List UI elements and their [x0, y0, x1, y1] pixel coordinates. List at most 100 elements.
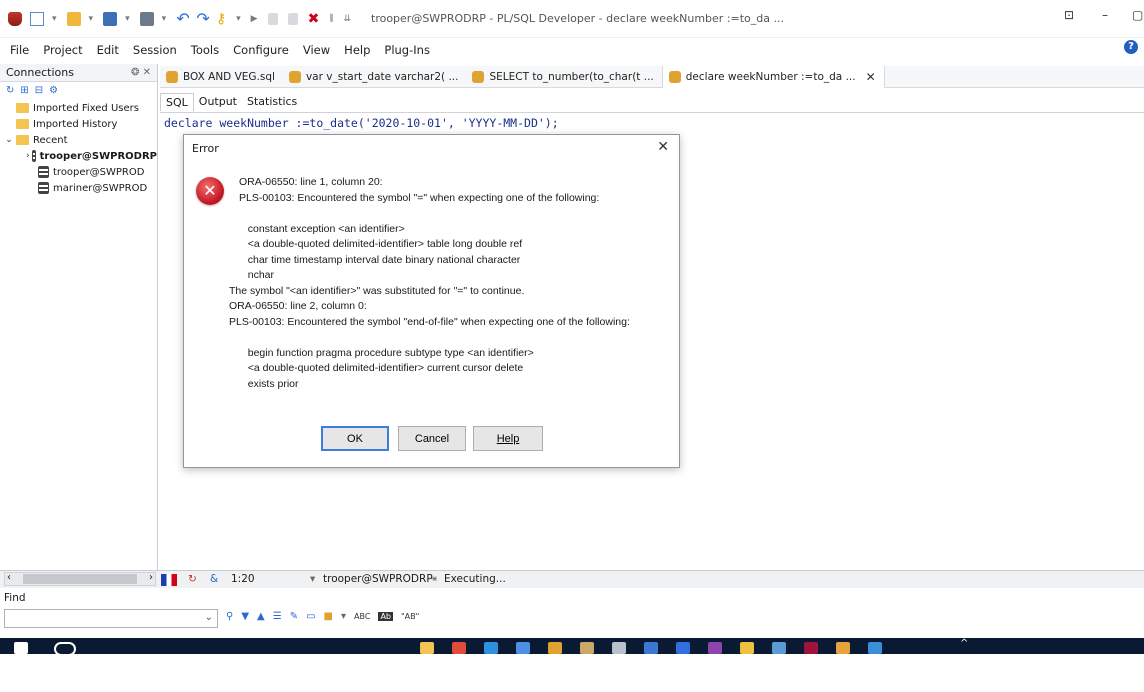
app-icon[interactable]: [644, 642, 658, 654]
app-icon[interactable]: [836, 642, 850, 654]
tab-sql[interactable]: SQL: [160, 93, 194, 111]
app-icon[interactable]: [868, 642, 882, 654]
menu-file[interactable]: File: [10, 43, 29, 57]
edge-icon[interactable]: [484, 642, 498, 654]
tab-box-and-veg[interactable]: BOX AND VEG.sql: [160, 66, 283, 88]
pin-close-icons[interactable]: ❂ ✕: [131, 67, 151, 78]
tree-item[interactable]: Imported History: [0, 116, 157, 132]
close-icon[interactable]: ✕: [657, 139, 669, 155]
dropdown-arrow-icon[interactable]: ▾: [52, 14, 57, 24]
chevron-down-icon[interactable]: ⌄: [205, 612, 213, 623]
dropdown-arrow-icon[interactable]: ▾: [310, 573, 315, 585]
window-icon[interactable]: ▭: [306, 611, 315, 622]
error-message: ORA-06550: line 1, column 20: PLS-00103: …: [229, 175, 630, 392]
find-input[interactable]: ⌄: [4, 609, 218, 628]
dropdown-arrow-icon[interactable]: ▾: [236, 14, 241, 24]
app-icon[interactable]: [804, 642, 818, 654]
lock-icon[interactable]: [267, 12, 278, 25]
folder-icon[interactable]: ■: [324, 611, 333, 622]
title-bar: ▾ ▾ ▾ ▾ ↶ ↷ ⚷ ▾ ▶ ✖ ⫼ ⇊ trooper@SWPRODRP…: [0, 0, 1144, 38]
binoculars-icon[interactable]: ⚲: [226, 611, 233, 622]
save-icon[interactable]: [103, 11, 118, 26]
tree-item[interactable]: › trooper@SWPRODRP: [0, 148, 157, 164]
menu-project[interactable]: Project: [43, 43, 82, 57]
highlight-icon[interactable]: ✎: [290, 611, 298, 622]
explorer-icon[interactable]: [420, 642, 434, 654]
plsql-icon[interactable]: [548, 642, 562, 654]
customize-icon[interactable]: ⇊: [343, 14, 351, 24]
tree-item[interactable]: Imported Fixed Users: [0, 100, 157, 116]
find-next-icon[interactable]: ▼: [241, 611, 249, 622]
cancel-button[interactable]: Cancel: [398, 426, 466, 451]
chevron-up-icon[interactable]: ^: [960, 638, 968, 649]
play-icon[interactable]: ▶: [251, 14, 258, 24]
ok-button[interactable]: OK: [321, 426, 389, 451]
tab-select-to-number[interactable]: SELECT to_number(to_char(t ...: [466, 66, 661, 88]
minimize-icon[interactable]: –: [1102, 8, 1108, 22]
app-icon[interactable]: [740, 642, 754, 654]
undo-icon[interactable]: ↶: [176, 10, 190, 26]
start-icon[interactable]: [14, 642, 28, 654]
list-icon[interactable]: ☰: [273, 611, 282, 622]
executing-icon: ⇥: [428, 573, 437, 585]
connection-tree: Imported Fixed Users Imported History ⌄ …: [0, 98, 157, 196]
break-icon[interactable]: ✖: [308, 12, 320, 26]
chrome-icon[interactable]: [452, 642, 466, 654]
dropdown-arrow-icon[interactable]: ▾: [341, 611, 346, 622]
maximize-icon[interactable]: ▢: [1132, 8, 1143, 22]
scroll-thumb[interactable]: [23, 574, 137, 584]
print-icon[interactable]: [139, 11, 154, 26]
tab-var-start-date[interactable]: var v_start_date varchar2( ...: [283, 66, 467, 88]
menu-configure[interactable]: Configure: [233, 43, 289, 57]
search-icon[interactable]: [54, 642, 76, 654]
tab-declare-weeknumber[interactable]: declare weekNumber :=to_da ... ✕: [661, 65, 885, 88]
menu-tools[interactable]: Tools: [191, 43, 219, 57]
menu-view[interactable]: View: [303, 43, 330, 57]
key-icon[interactable]: ⚷: [216, 12, 230, 26]
expand-all-icon[interactable]: ⊞: [20, 85, 28, 96]
help-button[interactable]: Help: [473, 426, 543, 451]
whole-word-icon[interactable]: Ab: [378, 612, 393, 621]
find-label: Find: [4, 592, 26, 604]
help-icon[interactable]: ?: [1124, 40, 1138, 54]
collapse-all-icon[interactable]: ⊟: [35, 85, 43, 96]
menu-edit[interactable]: Edit: [97, 43, 119, 57]
app-icon[interactable]: [772, 642, 786, 654]
quoted-text-icon[interactable]: "AB": [401, 612, 419, 621]
refresh-icon[interactable]: ↻: [188, 573, 197, 585]
match-case-icon[interactable]: ABC: [354, 612, 370, 621]
horizontal-scrollbar[interactable]: ‹ ›: [4, 572, 156, 586]
scroll-left-icon[interactable]: ‹: [7, 572, 11, 583]
app-icon[interactable]: [676, 642, 690, 654]
dropdown-arrow-icon[interactable]: ▾: [125, 14, 130, 24]
refresh-icon[interactable]: ↻: [6, 85, 14, 96]
visual-studio-icon[interactable]: [708, 642, 722, 654]
dropdown-arrow-icon[interactable]: ▾: [89, 14, 94, 24]
connect-icon[interactable]: ⚙: [49, 85, 58, 96]
app-icon[interactable]: [612, 642, 626, 654]
menu-session[interactable]: Session: [133, 43, 177, 57]
tab-output[interactable]: Output: [194, 93, 242, 111]
new-file-icon[interactable]: [30, 11, 44, 26]
message-line: PLS-00103: Encountered the symbol "end-o…: [229, 315, 630, 328]
unlock-icon[interactable]: [287, 12, 298, 25]
menu-help[interactable]: Help: [344, 43, 370, 57]
code-line[interactable]: declare weekNumber :=to_date('2020-10-01…: [160, 113, 1144, 133]
scroll-right-icon[interactable]: ›: [149, 572, 153, 583]
tab-statistics[interactable]: Statistics: [242, 93, 302, 111]
chevron-right-icon[interactable]: ›: [26, 151, 30, 161]
restore-toolbar-icon[interactable]: ⊡: [1064, 8, 1074, 22]
tree-item[interactable]: trooper@SWPROD: [0, 164, 157, 180]
open-file-icon[interactable]: [66, 11, 81, 26]
redo-icon[interactable]: ↷: [196, 10, 210, 26]
close-tab-icon[interactable]: ✕: [866, 70, 876, 84]
tree-item[interactable]: mariner@SWPROD: [0, 180, 157, 196]
dropdown-arrow-icon[interactable]: ▾: [162, 14, 167, 24]
sliders-icon[interactable]: ⫼: [329, 14, 333, 24]
chevron-down-icon[interactable]: ⌄: [4, 135, 14, 145]
menu-plug-ins[interactable]: Plug-Ins: [384, 43, 430, 57]
tree-item[interactable]: ⌄ Recent: [0, 132, 157, 148]
app-icon[interactable]: [516, 642, 530, 654]
find-previous-icon[interactable]: ▲: [257, 611, 265, 622]
app-icon[interactable]: [580, 642, 594, 654]
